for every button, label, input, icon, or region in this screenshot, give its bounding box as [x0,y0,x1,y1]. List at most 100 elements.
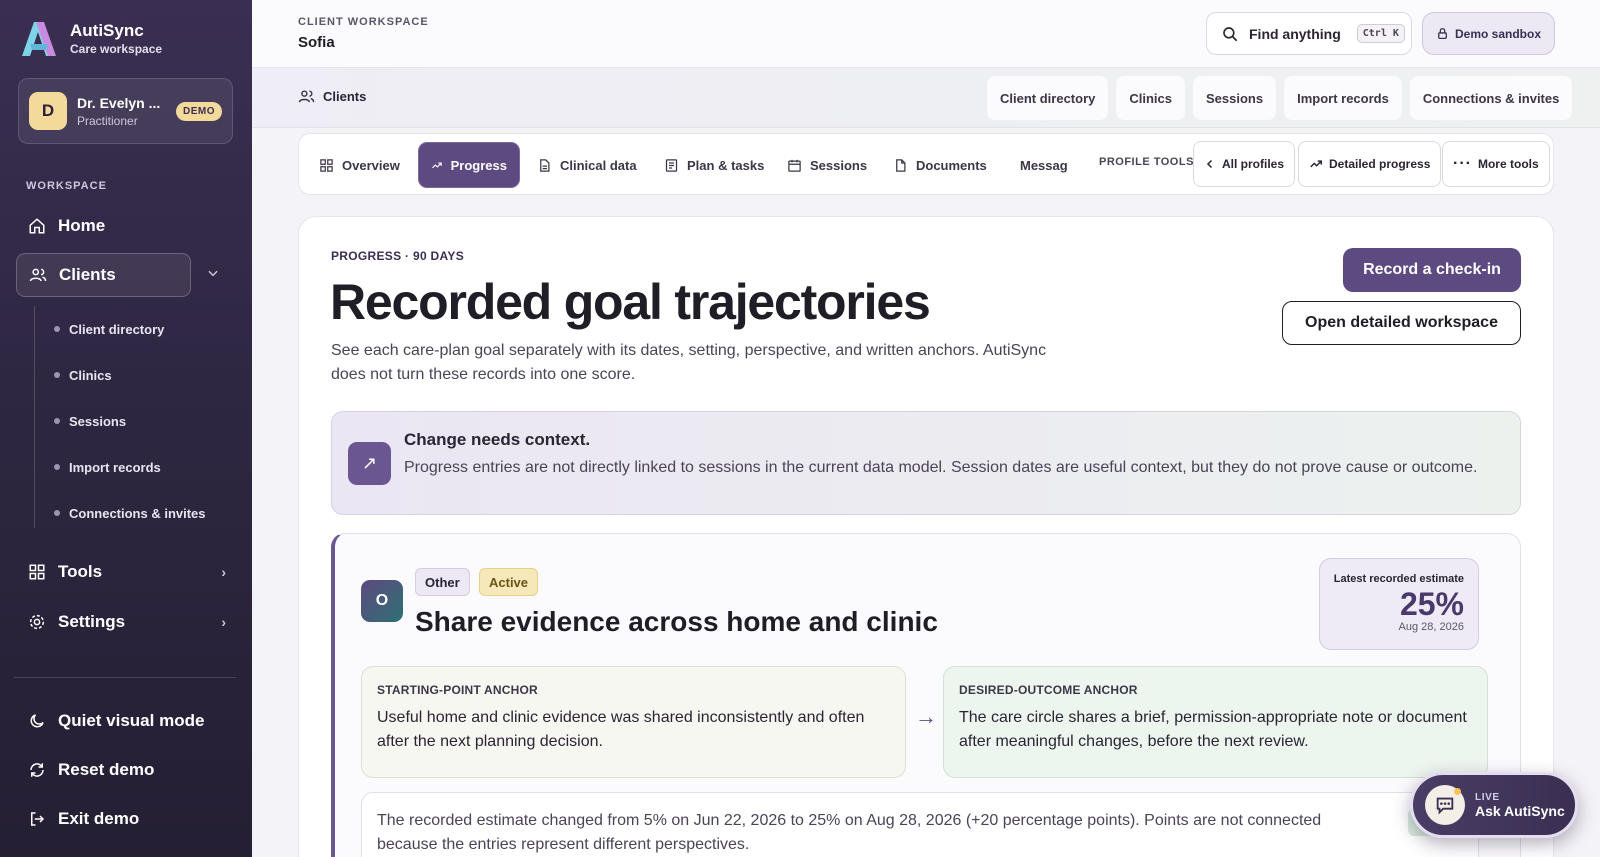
desired-outcome-anchor: DESIRED-OUTCOME ANCHOR The care circle s… [943,666,1488,778]
subnav-sessions[interactable]: Sessions [1192,76,1277,120]
estimate-value: 25% [1399,586,1464,622]
file-icon [540,158,550,172]
tab-messages[interactable]: Messag [1000,142,1076,188]
autisync-logo-icon [20,20,58,58]
sidebar-item-label: Quiet visual mode [58,711,205,730]
refresh-icon [30,763,44,777]
more-dots-icon: ··· [1453,155,1472,172]
brand[interactable]: AutiSync Care workspace [20,20,162,58]
demo-sandbox-button[interactable]: Demo sandbox [1422,12,1555,55]
estimate-date: Aug 28, 2026 [1398,621,1464,633]
client-workspace-label: CLIENT WORKSPACE [298,16,429,28]
record-check-in-button[interactable]: Record a check-in [1343,248,1521,292]
chevron-left-icon [1206,159,1213,169]
sidebar-item-tools[interactable]: Tools › [16,550,236,594]
top-bar: CLIENT WORKSPACE Sofia Find anything Ctr… [252,0,1600,68]
arrow-right-icon: → [915,704,937,729]
page-description: See each care-plan goal separately with … [331,342,1047,383]
tab-overview[interactable]: Overview [307,142,412,188]
all-profiles-button[interactable]: All profiles [1193,141,1296,187]
context-body: Progress entries are not directly linked… [404,459,1478,476]
sidebar-subitem-sessions[interactable]: Sessions [35,398,206,444]
calendar-icon [788,159,801,172]
assistant-label: Ask AutiSync [1475,802,1565,819]
sidebar-item-label: Home [58,216,106,235]
exit-demo-button[interactable]: Exit demo [16,797,236,841]
document-icon [896,158,906,172]
more-tools-button[interactable]: ··· More tools [1442,141,1550,187]
lock-icon [1438,27,1447,40]
live-dot [1454,788,1461,795]
tab-plan-tasks[interactable]: Plan & tasks [652,142,776,188]
tab-clinical-data[interactable]: Clinical data [525,142,649,188]
grid-icon [29,564,45,580]
find-anything-label: Find anything [1249,25,1341,42]
context-notice: ↗ Change needs context. Progress entries… [331,411,1521,515]
goal-status-badge: Active [479,568,539,596]
tab-documents[interactable]: Documents [881,142,999,188]
user-role: Practitioner [77,113,138,128]
sidebar-item-label: Tools [58,562,103,581]
sidebar-item-label: Reset demo [58,760,155,779]
open-detailed-workspace-button[interactable]: Open detailed workspace [1282,301,1521,345]
starting-point-anchor: STARTING-POINT ANCHOR Useful home and cl… [361,666,906,778]
anchor-label: STARTING-POINT ANCHOR [377,683,538,697]
detailed-progress-button[interactable]: Detailed progress [1298,141,1442,187]
workspace-section-label: WORKSPACE [26,180,107,192]
sidebar-item-label: Settings [58,612,126,631]
sidebar-subitem-connections-invites[interactable]: Connections & invites [35,490,206,536]
trend-up-icon [1310,160,1322,168]
progress-panel: PROGRESS · 90 DAYS Recorded goal traject… [298,216,1554,857]
clients-submenu: Client directory Clinics Sessions Import… [34,306,206,528]
context-title: Change needs context. [404,430,591,449]
subnav-connections-invites[interactable]: Connections & invites [1409,76,1573,120]
ask-autisync-button[interactable]: LIVE Ask AutiSync [1410,772,1578,838]
goal-card: O Other Active Share evidence across hom… [331,533,1521,857]
clients-collapse-chevron-icon[interactable] [206,266,220,283]
clients-subnav: Clients Client directory Clinics Session… [252,68,1600,128]
estimate-label: Latest recorded estimate [1333,573,1464,585]
subnav-import-records[interactable]: Import records [1284,76,1402,120]
user-name: Dr. Evelyn ... [77,94,161,111]
users-icon [298,90,315,103]
grid-icon [320,158,333,172]
chevron-right-icon: › [221,614,226,630]
arrow-up-right-icon: ↗ [348,442,391,485]
summary-text: The recorded estimate changed from 5% on… [377,812,1322,853]
tab-sessions[interactable]: Sessions [775,142,879,188]
sidebar-item-settings[interactable]: Settings › [16,600,236,644]
reset-demo-button[interactable]: Reset demo [16,748,236,792]
sidebar-subitem-clinics[interactable]: Clinics [35,352,206,398]
demo-badge: DEMO [176,101,222,121]
user-avatar: D [29,92,67,130]
progress-eyebrow: PROGRESS · 90 DAYS [331,249,464,263]
trend-up-icon [432,162,442,168]
home-icon [29,218,45,234]
client-name: Sofia [298,34,335,51]
anchor-text: The care circle shares a brief, permissi… [959,709,1467,750]
sidebar-item-label: Clients [59,265,116,284]
goal-category-tag: Other [415,568,470,596]
chevron-right-icon: › [221,564,226,580]
chat-icon [1425,785,1465,825]
profile-tools-label: PROFILE TOOLS [1099,156,1194,168]
users-icon [29,268,47,282]
quiet-visual-mode-toggle[interactable]: Quiet visual mode [16,699,236,743]
tab-progress[interactable]: Progress [418,142,520,188]
moon-icon [30,714,44,728]
page-title: Recorded goal trajectories [330,274,931,330]
subnav-client-directory[interactable]: Client directory [987,76,1109,120]
user-card[interactable]: D Dr. Evelyn ... Practitioner DEMO [18,78,233,144]
anchor-text: Useful home and clinic evidence was shar… [377,709,865,750]
anchor-label: DESIRED-OUTCOME ANCHOR [959,683,1138,697]
clients-section-title[interactable]: Clients [298,88,366,105]
sidebar-item-clients[interactable]: Clients [16,253,191,297]
sidebar-subitem-import-records[interactable]: Import records [35,444,206,490]
find-anything-button[interactable]: Find anything Ctrl K [1206,12,1412,55]
logout-icon [31,812,45,826]
subnav-clinics[interactable]: Clinics [1116,76,1185,120]
sidebar-item-home[interactable]: Home [16,204,236,248]
assistant-status: LIVE [1475,791,1500,803]
gear-icon [29,614,45,630]
sidebar-subitem-client-directory[interactable]: Client directory [35,306,206,352]
